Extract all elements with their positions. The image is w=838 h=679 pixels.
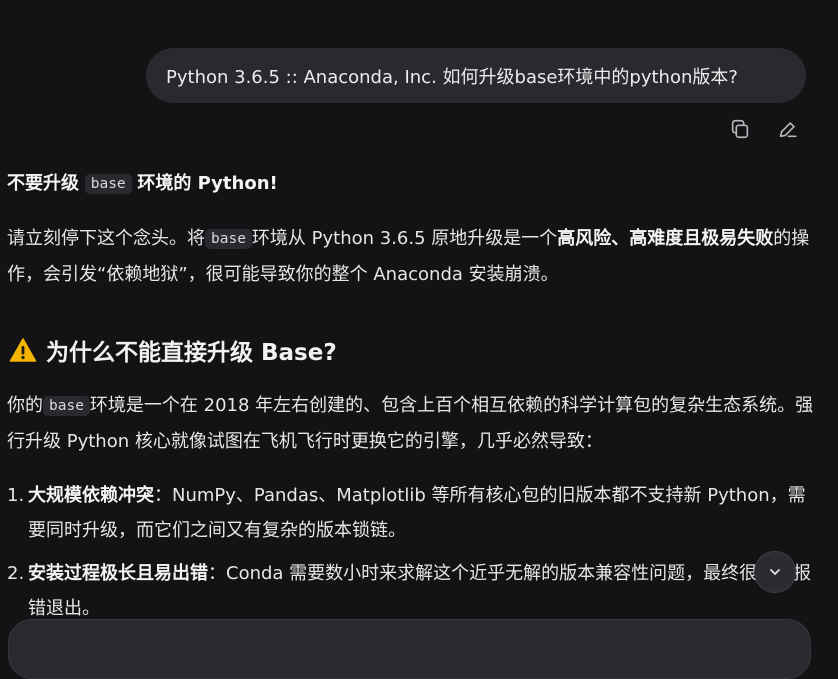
- list-item: 1. 大规模依赖冲突：NumPy、Pandas、Matplotlib 等所有核心…: [7, 478, 812, 548]
- copy-button[interactable]: [727, 116, 753, 142]
- response-lead: 不要升级 base 环境的 Python!: [7, 166, 819, 202]
- response-paragraph: 请立刻停下这个念头。将 base 环境从 Python 3.6.5 原地升级是一个高…: [7, 221, 819, 292]
- user-message-bubble: Python 3.6.5 :: Anaconda, Inc. 如何升级base环…: [146, 48, 806, 103]
- p3-text-a: 你的: [7, 395, 43, 416]
- p2-text-b: 环境从 Python 3.6.5 原地升级是一个: [251, 228, 558, 249]
- p2-text-a: 请立刻停下这个念头。将: [7, 228, 205, 249]
- user-message-text: Python 3.6.5 :: Anaconda, Inc. 如何升级base环…: [166, 66, 738, 88]
- list-item-title: 安装过程极长且易出错: [28, 563, 208, 584]
- scroll-to-bottom-button[interactable]: [754, 551, 796, 593]
- edit-button[interactable]: [775, 116, 801, 142]
- response-paragraph: 你的 base 环境是一个在 2018 年左右创建的、包含上百个相互依赖的科学计算包…: [7, 388, 819, 459]
- p2-bold: 高风险、高难度且极易失败: [557, 228, 774, 249]
- inline-code: base: [84, 174, 132, 194]
- edit-icon: [779, 122, 797, 138]
- inline-code: base: [43, 396, 90, 416]
- chevron-down-icon: [770, 569, 780, 575]
- section-heading: 为什么不能直接升级 Base?: [9, 330, 337, 370]
- section-heading-text: 为什么不能直接升级 Base?: [46, 340, 337, 366]
- lead-bold-end: 环境的 Python!: [137, 173, 278, 194]
- warning-icon: [9, 338, 37, 362]
- lead-bold-start: 不要升级: [7, 173, 79, 194]
- list-number: 2.: [7, 563, 25, 584]
- list-item: 2. 安装过程极长且易出错：Conda 需要数小时来求解这个近乎无解的版本兼容性…: [7, 556, 812, 626]
- inline-code: base: [205, 229, 252, 249]
- list-item-title: 大规模依赖冲突: [28, 485, 154, 506]
- copy-icon: [731, 119, 749, 139]
- message-input[interactable]: [8, 619, 811, 679]
- p3-text-b: 环境是一个在 2018 年左右创建的、包含上百个相互依赖的科学计算包的复杂生态系…: [7, 395, 814, 452]
- list-number: 1.: [7, 485, 25, 506]
